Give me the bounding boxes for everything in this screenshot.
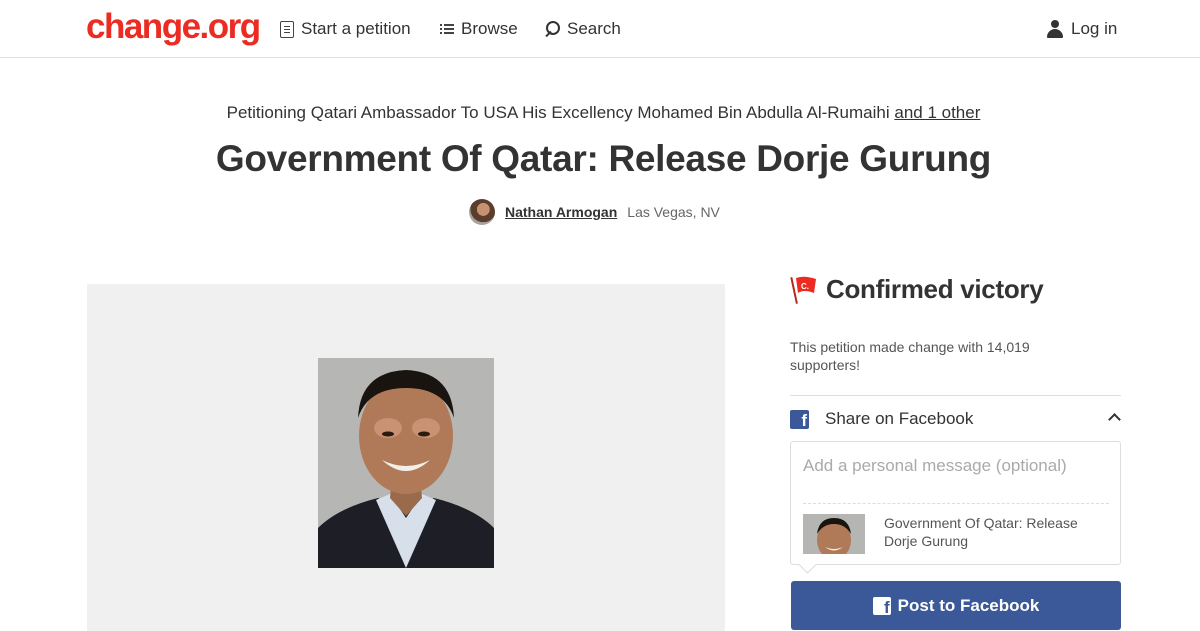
victory-heading: C. Confirmed victory xyxy=(790,274,1044,305)
petition-author: Nathan Armogan Las Vegas, NV xyxy=(469,199,720,225)
svg-text:C.: C. xyxy=(801,282,809,291)
nav-browse-label: Browse xyxy=(461,19,518,38)
nav-start-petition[interactable]: Start a petition xyxy=(280,0,411,58)
facebook-icon: f xyxy=(872,596,891,615)
nav-search[interactable]: Search xyxy=(544,0,621,58)
chevron-up-icon[interactable] xyxy=(1108,413,1121,426)
share-facebook-label: Share on Facebook xyxy=(825,409,974,428)
browse-list-icon xyxy=(440,23,454,35)
facebook-icon: f xyxy=(790,409,809,430)
petition-title: Government Of Qatar: Release Dorje Gurun… xyxy=(215,138,992,179)
user-icon xyxy=(1046,20,1064,38)
site-header: change.org Start a petition Browse Searc… xyxy=(0,0,1200,58)
author-avatar xyxy=(469,199,495,225)
victory-label: Confirmed victory xyxy=(826,274,1044,304)
nav-login-label: Log in xyxy=(1071,19,1118,38)
search-icon xyxy=(544,21,560,37)
dashed-divider xyxy=(803,503,1109,504)
petition-photo xyxy=(318,358,494,568)
post-to-facebook-button[interactable]: f Post to Facebook xyxy=(791,581,1121,630)
nav-search-label: Search xyxy=(567,19,621,38)
preview-thumbnail xyxy=(803,514,865,554)
nav-login[interactable]: Log in xyxy=(1046,0,1117,58)
and-others-link[interactable]: and 1 other xyxy=(894,103,980,122)
post-to-facebook-label: Post to Facebook xyxy=(897,595,1040,615)
personal-message-input[interactable] xyxy=(803,454,1108,478)
petition-targets-text: Petitioning Qatari Ambassador To USA His… xyxy=(226,103,895,122)
nav-start-petition-label: Start a petition xyxy=(301,19,411,38)
petition-targets: Petitioning Qatari Ambassador To USA His… xyxy=(0,103,1200,123)
facebook-share-box: Government Of Qatar: Release Dorje Gurun… xyxy=(790,441,1121,565)
sidebar-divider xyxy=(790,395,1121,396)
victory-flag-icon: C. xyxy=(790,276,816,304)
preview-title: Government Of Qatar: Release Dorje Gurun… xyxy=(884,515,1078,549)
author-location: Las Vegas, NV xyxy=(627,204,720,220)
petition-icon xyxy=(280,20,294,38)
nav-browse[interactable]: Browse xyxy=(440,0,518,58)
change-org-logo[interactable]: change.org xyxy=(86,7,261,47)
made-change-text: This petition made change with 14,019 su… xyxy=(790,339,1030,373)
share-facebook-toggle[interactable]: f Share on Facebook xyxy=(790,407,1121,431)
author-name-link[interactable]: Nathan Armogan xyxy=(505,204,617,220)
petition-media xyxy=(87,284,725,631)
